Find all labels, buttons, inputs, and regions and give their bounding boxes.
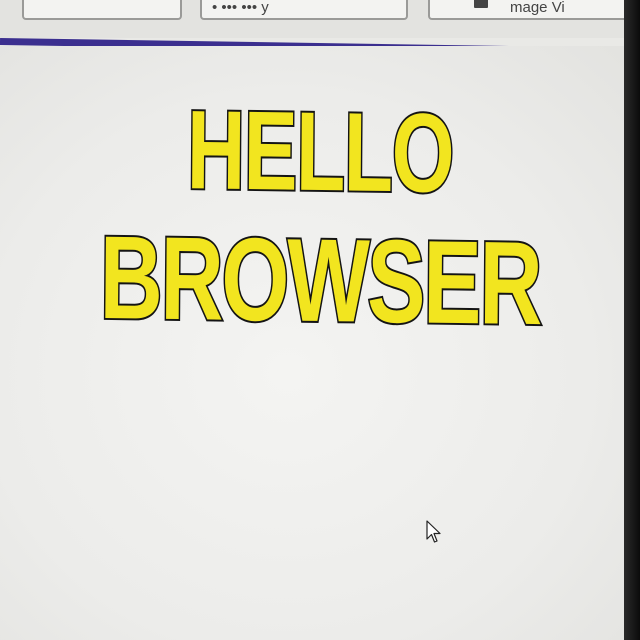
top-toolbar: • ••• ••• y mage Vi <box>0 0 640 38</box>
image-view-button[interactable]: mage Vi <box>428 0 640 20</box>
toolbar-button-1[interactable] <box>22 0 182 20</box>
image-icon <box>474 0 488 8</box>
toolbar-button-2-label: • ••• ••• y <box>212 0 269 16</box>
toolbar-button-2[interactable]: • ••• ••• y <box>200 0 408 20</box>
image-view-button-label: mage Vi <box>510 0 565 16</box>
arrow-cursor-icon <box>426 520 441 543</box>
monitor-bezel <box>624 0 640 640</box>
browser-screen: • ••• ••• y mage Vi HELLO BROWSER <box>0 0 640 640</box>
headline-browser: BROWSER <box>98 210 543 352</box>
headline-hello: HELLO <box>185 85 455 217</box>
